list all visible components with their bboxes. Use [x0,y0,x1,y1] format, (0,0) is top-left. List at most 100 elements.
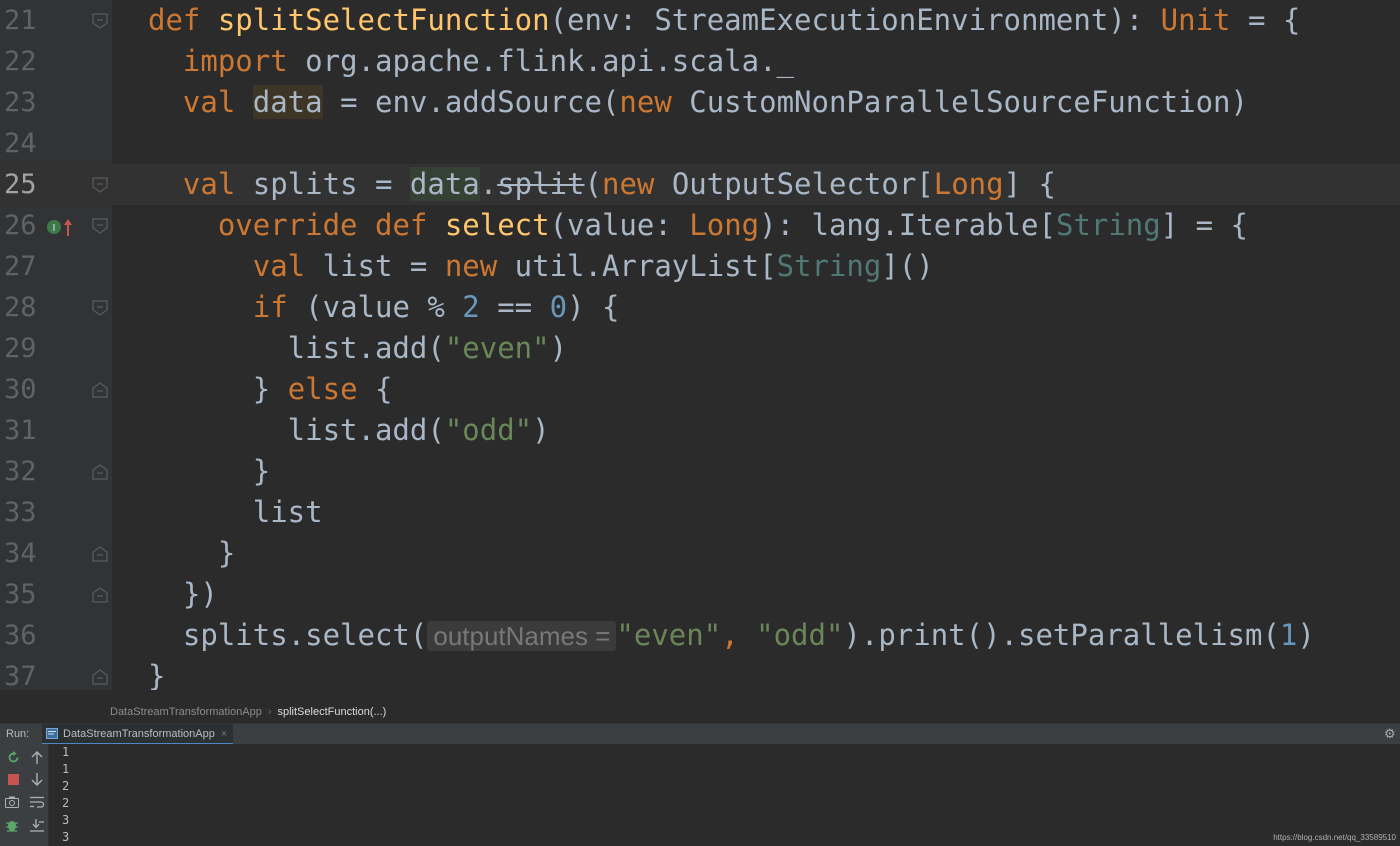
code-token: override def [217,208,445,242]
code-text: } else { [148,369,393,410]
fold-open-icon[interactable] [91,176,109,194]
code-token: ).print().setParallelism( [843,618,1280,652]
code-token: "odd" [444,413,533,447]
code-token: "even" [616,618,722,652]
code-token: splitSelectFunction [217,3,550,37]
close-icon[interactable]: × [221,724,227,744]
code-line[interactable]: 31 list.add("odd") [0,410,1400,451]
code-token: } [148,372,288,406]
code-token: list.add( [148,413,445,447]
code-text: val list = new util.ArrayList[String]() [148,246,934,287]
svg-text:I: I [53,223,56,234]
code-token: list [148,495,323,529]
console-line: 3 [62,830,70,844]
code-token: } [148,536,236,570]
fold-close-icon[interactable] [91,463,109,481]
console-line: 1 [62,762,70,776]
fold-close-icon[interactable] [91,586,109,604]
code-token: split [497,167,585,201]
code-line[interactable]: 22 import org.apache.flink.api.scala._ [0,41,1400,82]
code-line[interactable]: 30 } else { [0,369,1400,410]
fold-close-icon[interactable] [91,668,109,686]
code-text: } [148,533,235,574]
code-text: }) [148,574,218,615]
override-method-icon[interactable]: I [45,217,75,237]
console-line: 2 [62,796,70,810]
fold-open-icon[interactable] [91,217,109,235]
code-line[interactable]: 37} [0,656,1400,690]
fold-open-icon[interactable] [91,299,109,317]
code-line[interactable]: 29 list.add("even") [0,328,1400,369]
code-token: OutputSelector[ [671,167,934,201]
run-panel-body: 1 1 2 2 3 3 https://blog.csdn.net/qq_33589510 [0,744,1400,846]
code-token: CustomNonParallelSourceFunction) [689,85,1248,119]
stop-icon[interactable] [5,771,21,787]
scroll-down-icon[interactable] [29,771,45,787]
gear-icon[interactable]: ⚙ [1384,727,1398,741]
code-token: String [776,249,882,283]
scroll-up-icon[interactable] [29,749,45,765]
dump-threads-icon[interactable] [4,794,20,810]
code-line[interactable]: 25 val splits = data.split(new OutputSel… [0,164,1400,205]
code-token: data [252,85,323,119]
code-line[interactable]: 32 } [0,451,1400,492]
code-editor[interactable]: 21 def splitSelectFunction(env: StreamExe… [0,0,1400,690]
code-token: Long [689,208,760,242]
code-text: list.add("even") [148,328,567,369]
code-token: 2 [462,290,480,324]
line-number: 23 [4,87,37,118]
code-line[interactable]: 26 I override def select(value: Long): la… [0,205,1400,246]
breadcrumb-item-method[interactable]: splitSelectFunction(...) [278,701,387,723]
code-token: } [148,454,271,488]
code-line[interactable]: 23 val data = env.addSource(new CustomNo… [0,82,1400,123]
code-token: } [148,659,166,690]
code-token: (value: [549,208,690,242]
code-line[interactable]: 33 list [0,492,1400,533]
code-token: util.ArrayList[ [514,249,777,283]
code-line[interactable]: 27 val list = new util.ArrayList[String]… [0,246,1400,287]
line-number: 21 [4,5,37,36]
rerun-icon[interactable] [5,749,21,765]
code-token: { [375,372,393,406]
line-number: 27 [4,251,37,282]
debug-icon[interactable] [4,817,20,833]
code-token: ( [584,167,602,201]
code-token: (env: StreamExecutionEnvironment): [549,3,1161,37]
code-token: data [409,167,480,201]
code-line[interactable]: 24 [0,123,1400,164]
code-text: import org.apache.flink.api.scala._ [148,41,794,82]
code-token: = { [1230,3,1301,37]
code-token: new [444,249,515,283]
code-line[interactable]: 28 if (value % 2 == 0) { [0,287,1400,328]
code-text: def splitSelectFunction(env: StreamExecu… [148,0,1300,41]
line-number: 36 [4,620,37,651]
run-tab[interactable]: DataStreamTransformationApp × [42,724,234,745]
code-token: val [182,85,253,119]
run-config-icon [46,728,58,739]
code-text: if (value % 2 == 0) { [148,287,620,328]
code-line[interactable]: 36 splits.select(outputNames = "even", "o… [0,615,1400,656]
breadcrumb-item-class[interactable]: DataStreamTransformationApp [110,701,262,723]
line-number: 24 [4,128,37,159]
code-token: import [182,44,288,78]
fold-close-icon[interactable] [91,545,109,563]
fold-open-icon[interactable] [91,12,109,30]
console-output[interactable]: 1 1 2 2 3 3 [62,744,1362,846]
code-token: . [479,167,498,201]
code-token: "even" [444,331,550,365]
line-number: 34 [4,538,37,569]
soft-wrap-icon[interactable] [29,794,45,810]
code-token: val [252,249,323,283]
scroll-to-end-icon[interactable] [29,817,45,833]
code-token: ) [532,413,550,447]
code-line[interactable]: 34 } [0,533,1400,574]
code-line[interactable]: 21 def splitSelectFunction(env: StreamExe… [0,0,1400,41]
line-number: 25 [4,169,37,200]
code-line[interactable]: 35 }) [0,574,1400,615]
code-token: "odd" [756,618,844,652]
fold-close-icon[interactable] [91,381,109,399]
console-line: 2 [62,779,70,793]
